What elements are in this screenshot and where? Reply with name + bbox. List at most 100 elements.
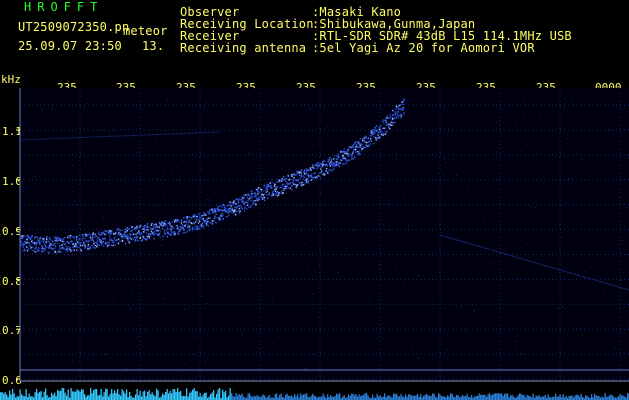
noise-speckle: [539, 114, 541, 116]
signal-speckle: [368, 144, 370, 146]
amplitude-bar: [411, 395, 413, 400]
noise-speckle: [383, 322, 385, 324]
noise-speckle: [248, 151, 250, 153]
amplitude-bar: [429, 395, 431, 400]
amplitude-bar: [40, 391, 42, 400]
signal-speckle: [389, 123, 391, 125]
signal-speckle: [47, 246, 49, 248]
amplitude-bar: [585, 395, 587, 400]
amplitude-bar: [51, 392, 53, 400]
amplitude-bar: [324, 396, 326, 400]
signal-speckle: [346, 160, 348, 162]
amplitude-bar: [123, 391, 125, 400]
signal-speckle: [155, 230, 158, 232]
signal-speckle: [211, 220, 214, 222]
signal-speckle: [403, 113, 405, 115]
noise-speckle: [34, 176, 36, 178]
signal-speckle: [20, 240, 22, 243]
signal-speckle: [282, 189, 284, 192]
noise-speckle: [313, 144, 314, 146]
amplitude-bar: [355, 394, 357, 400]
signal-speckle: [217, 206, 219, 208]
noise-speckle: [131, 137, 133, 139]
amplitude-bar: [240, 395, 242, 400]
signal-speckle: [51, 240, 54, 243]
signal-speckle: [175, 219, 177, 221]
signal-speckle: [73, 236, 76, 239]
amplitude-bar: [166, 389, 168, 400]
amplitude-bar: [426, 393, 428, 400]
signal-speckle: [303, 176, 306, 178]
noise-speckle: [307, 267, 309, 269]
signal-speckle: [266, 194, 268, 196]
noise-speckle: [460, 306, 462, 308]
signal-speckle: [195, 221, 197, 223]
signal-speckle: [136, 232, 139, 234]
signal-speckle: [289, 182, 292, 184]
signal-speckle: [114, 244, 116, 246]
noise-speckle: [161, 258, 163, 260]
signal-speckle: [365, 136, 367, 139]
amplitude-bar: [580, 393, 582, 400]
signal-speckle: [92, 247, 94, 249]
signal-speckle: [178, 220, 180, 222]
noise-speckle: [567, 178, 569, 179]
signal-speckle: [359, 150, 361, 152]
signal-speckle: [174, 231, 176, 233]
amplitude-bar: [351, 393, 353, 400]
signal-speckle: [344, 157, 346, 159]
amplitude-bar: [357, 396, 359, 400]
signal-speckle: [160, 223, 162, 225]
signal-speckle: [56, 252, 58, 254]
noise-speckle: [526, 125, 528, 127]
noise-speckle: [608, 129, 610, 131]
amplitude-bar: [337, 394, 339, 400]
noise-speckle: [95, 311, 97, 313]
signal-speckle: [177, 218, 179, 220]
signal-speckle: [252, 200, 254, 202]
signal-speckle: [271, 181, 273, 183]
noise-speckle: [515, 126, 517, 128]
signal-speckle: [269, 182, 271, 184]
noise-speckle: [72, 360, 74, 362]
signal-speckle: [170, 230, 172, 232]
amplitude-bar: [190, 391, 192, 400]
noise-speckle: [206, 303, 208, 305]
signal-speckle: [87, 234, 89, 236]
signal-speckle: [358, 146, 361, 148]
signal-speckle: [163, 230, 166, 232]
amplitude-bar: [138, 395, 140, 400]
signal-speckle: [312, 178, 314, 180]
signal-speckle: [43, 238, 45, 240]
noise-speckle: [383, 224, 385, 226]
amplitude-bar: [12, 389, 14, 400]
noise-speckle: [125, 323, 127, 325]
signal-speckle: [282, 183, 284, 186]
signal-speckle: [99, 241, 102, 243]
signal-speckle: [249, 206, 251, 209]
amplitude-bar: [84, 394, 86, 400]
noise-speckle: [413, 195, 415, 197]
signal-speckle: [349, 153, 352, 155]
signal-speckle: [84, 237, 86, 240]
signal-speckle: [119, 231, 121, 233]
amplitude-bar: [423, 395, 425, 400]
amplitude-bar: [120, 395, 122, 400]
amplitude-bar: [91, 393, 93, 400]
signal-speckle: [367, 137, 370, 139]
signal-speckle: [400, 115, 403, 117]
amplitude-bar: [193, 388, 195, 400]
noise-speckle: [437, 214, 439, 215]
amplitude-bar: [543, 396, 545, 400]
amplitude-bar: [139, 390, 141, 400]
noise-speckle: [496, 121, 498, 123]
signal-speckle: [219, 210, 221, 212]
noise-speckle: [437, 172, 439, 174]
amplitude-bar: [105, 388, 107, 400]
amplitude-bar: [331, 396, 333, 400]
amplitude-bar: [96, 389, 98, 400]
signal-speckle: [333, 168, 335, 170]
signal-speckle: [337, 154, 340, 156]
signal-speckle: [334, 165, 336, 168]
amplitude-bar: [174, 388, 176, 400]
